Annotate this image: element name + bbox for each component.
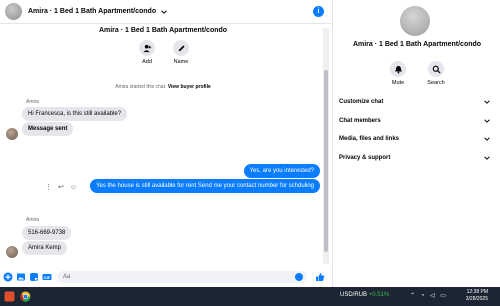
reply-icon[interactable]: ↩ xyxy=(58,183,64,191)
avatar[interactable] xyxy=(6,128,18,140)
sidebar-item-label: Media, files and links xyxy=(339,136,400,142)
like-icon[interactable] xyxy=(315,272,325,282)
chat-pane: Amira · 1 Bed 1 Bath Apartment/condo i A… xyxy=(0,0,333,287)
react-emoji-icon[interactable]: ☺ xyxy=(70,184,77,191)
chat-started-notice: Amira started this chat. View buyer prof… xyxy=(0,84,326,90)
outgoing-message[interactable]: Yes the house is still available for ren… xyxy=(90,179,320,193)
message-actions: ⋮ ↩ ☺ xyxy=(45,183,77,192)
volume-icon[interactable]: ◁ xyxy=(430,293,435,299)
incoming-message[interactable]: Message sent xyxy=(22,122,74,136)
clock-time: 12:38 PM xyxy=(466,289,488,295)
sender-name: Amira xyxy=(26,217,40,223)
message-placeholder: Aa xyxy=(63,274,71,280)
ticker-symbol: USD/RUB xyxy=(340,292,368,298)
ticker-change: +0.51% xyxy=(368,292,390,298)
avatar[interactable] xyxy=(5,3,22,20)
avatar[interactable] xyxy=(400,6,430,36)
sidebar-item-customize-chat[interactable]: Customize chat xyxy=(339,98,491,106)
add-button[interactable]: Add xyxy=(136,40,158,65)
bell-icon xyxy=(390,61,406,77)
sticker-icon[interactable] xyxy=(29,272,39,282)
currency-ticker[interactable]: USD/RUB +0.51% xyxy=(340,292,389,298)
sidebar-item-chat-members[interactable]: Chat members xyxy=(339,117,491,125)
emoji-icon[interactable] xyxy=(295,273,303,281)
sidebar-item-label: Chat members xyxy=(339,118,381,124)
avatar[interactable] xyxy=(6,246,18,258)
incoming-message[interactable]: Hi Francesca, is this still available? xyxy=(22,107,128,121)
chrome-icon[interactable] xyxy=(20,291,31,302)
app-icon[interactable] xyxy=(4,291,15,302)
add-label: Add xyxy=(142,59,152,65)
quick-actions: Add Name xyxy=(136,40,192,65)
incoming-message[interactable]: Amira Kemp xyxy=(22,241,68,255)
battery-icon[interactable]: ▭ xyxy=(440,293,446,299)
gif-icon[interactable]: GIF xyxy=(42,272,52,282)
chevron-down-icon xyxy=(484,156,490,160)
sidebar-item-privacy-support[interactable]: Privacy & support xyxy=(339,154,491,162)
chat-header: Amira · 1 Bed 1 Bath Apartment/condo i xyxy=(0,0,333,24)
system-tray[interactable]: ⌃ ◔ ◁ ▭ xyxy=(410,292,446,299)
view-buyer-profile-link[interactable]: View buyer profile xyxy=(168,84,211,90)
system-clock[interactable]: 12:38 PM 3/28/2025 xyxy=(466,289,488,303)
chevron-down-icon xyxy=(484,137,490,141)
message-composer: GIF Aa xyxy=(0,267,333,287)
gallery-icon[interactable] xyxy=(16,272,26,282)
info-icon[interactable]: i xyxy=(313,6,324,17)
chat-info-sidebar: Amira · 1 Bed 1 Bath Apartment/condo Mut… xyxy=(334,0,500,287)
message-input[interactable]: Aa xyxy=(57,271,307,283)
wifi-icon[interactable]: ◔ xyxy=(421,293,425,299)
name-button[interactable]: Name xyxy=(170,40,192,65)
outgoing-message[interactable]: Yes, are you interested? xyxy=(243,164,320,178)
sidebar-item-label: Privacy & support xyxy=(339,155,391,161)
svg-text:GIF: GIF xyxy=(44,275,51,280)
sidebar-item-media-files-links[interactable]: Media, files and links xyxy=(339,135,491,143)
chevron-down-icon xyxy=(484,100,490,104)
mute-label: Mute xyxy=(391,80,405,86)
mute-button[interactable]: Mute xyxy=(387,61,409,86)
sender-name: Amira xyxy=(26,99,40,105)
clock-date: 3/28/2025 xyxy=(465,296,488,302)
chevron-up-icon[interactable]: ⌃ xyxy=(410,293,415,299)
chevron-down-icon xyxy=(484,119,490,123)
more-options-icon[interactable]: ⋮ xyxy=(45,183,52,191)
conversation-title: Amira · 1 Bed 1 Bath Apartment/condo xyxy=(98,27,228,34)
name-label: Name xyxy=(173,59,189,65)
add-person-icon xyxy=(139,40,155,56)
pencil-icon xyxy=(173,40,189,56)
search-label: Search xyxy=(427,80,445,86)
taskbar: USD/RUB +0.51% ⌃ ◔ ◁ ▭ 12:38 PM 3/28/202… xyxy=(0,287,500,306)
sidebar-title: Amira · 1 Bed 1 Bath Apartment/condo xyxy=(352,41,482,48)
search-button[interactable]: Search xyxy=(425,61,447,86)
scrollbar-thumb[interactable] xyxy=(324,70,328,252)
plus-icon[interactable] xyxy=(3,272,13,282)
sidebar-item-label: Customize chat xyxy=(339,99,384,105)
chat-title[interactable]: Amira · 1 Bed 1 Bath Apartment/condo xyxy=(28,8,156,15)
sidebar-actions: Mute Search xyxy=(387,61,447,86)
chevron-down-icon[interactable] xyxy=(160,8,168,16)
screen: Amira · 1 Bed 1 Bath Apartment/condo i A… xyxy=(0,0,500,306)
incoming-message[interactable]: 516-669-9738 xyxy=(22,226,72,240)
search-icon xyxy=(428,61,444,77)
system-text: Amira started this chat. xyxy=(115,84,167,90)
